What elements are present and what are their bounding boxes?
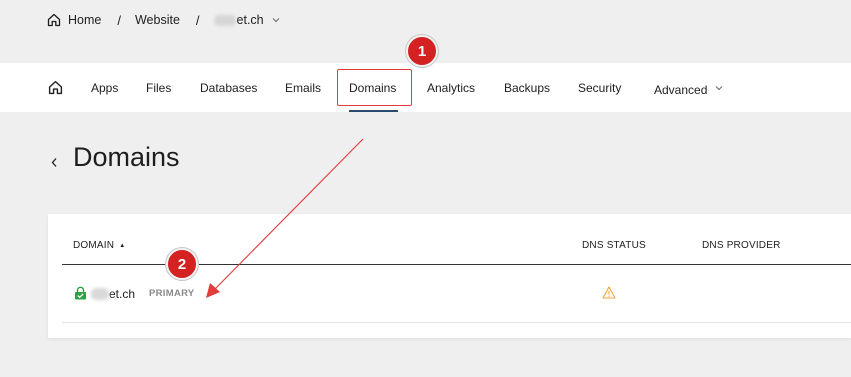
nav-analytics[interactable]: Analytics — [427, 81, 475, 95]
nav-security[interactable]: Security — [578, 81, 621, 95]
annotation-step-2: 2 — [166, 248, 198, 280]
chevron-down-icon — [715, 81, 723, 91]
nav-advanced[interactable]: Advanced — [654, 81, 723, 97]
column-header-dns-provider[interactable]: DNS PROVIDER — [702, 240, 781, 251]
home-icon[interactable] — [48, 80, 63, 95]
domain-name[interactable]: et.ch — [91, 287, 135, 301]
nav-backups[interactable]: Backups — [504, 81, 550, 95]
lock-icon — [74, 286, 87, 300]
back-arrow-icon[interactable] — [50, 155, 59, 167]
primary-badge: PRIMARY — [149, 288, 195, 299]
breadcrumb-home[interactable]: Home — [68, 13, 101, 27]
active-tab-indicator — [349, 110, 398, 112]
breadcrumb: Home / Website / et.ch — [47, 10, 280, 30]
redacted-text — [91, 288, 109, 300]
row-divider — [62, 322, 851, 323]
chevron-down-icon[interactable] — [272, 16, 280, 24]
nav-emails[interactable]: Emails — [285, 81, 321, 95]
page-title: Domains — [73, 142, 180, 172]
breadcrumb-website[interactable]: Website — [135, 13, 180, 27]
nav-files[interactable]: Files — [146, 81, 171, 95]
breadcrumb-site[interactable]: et.ch — [237, 13, 264, 27]
warning-icon[interactable] — [602, 286, 616, 299]
domain-name-text: et.ch — [109, 287, 136, 301]
redacted-text — [213, 14, 236, 26]
breadcrumb-separator: / — [117, 12, 121, 28]
column-header-domain-label: DOMAIN — [73, 240, 115, 251]
nav-apps[interactable]: Apps — [91, 81, 118, 95]
nav-advanced-label: Advanced — [654, 83, 708, 97]
breadcrumb-separator: / — [195, 12, 200, 28]
column-header-domain[interactable]: DOMAIN ▲ — [73, 240, 125, 251]
annotation-highlight-box — [337, 69, 412, 106]
sort-asc-icon: ▲ — [119, 243, 126, 249]
column-header-dns-status[interactable]: DNS STATUS — [582, 240, 646, 251]
annotation-step-1: 1 — [406, 35, 438, 67]
home-icon[interactable] — [47, 13, 61, 27]
nav-databases[interactable]: Databases — [200, 81, 257, 95]
site-nav: Apps Files Databases Emails Domains Anal… — [0, 63, 851, 112]
domains-table: DOMAIN ▲ DNS STATUS DNS PROVIDER et.ch PR… — [48, 214, 851, 338]
